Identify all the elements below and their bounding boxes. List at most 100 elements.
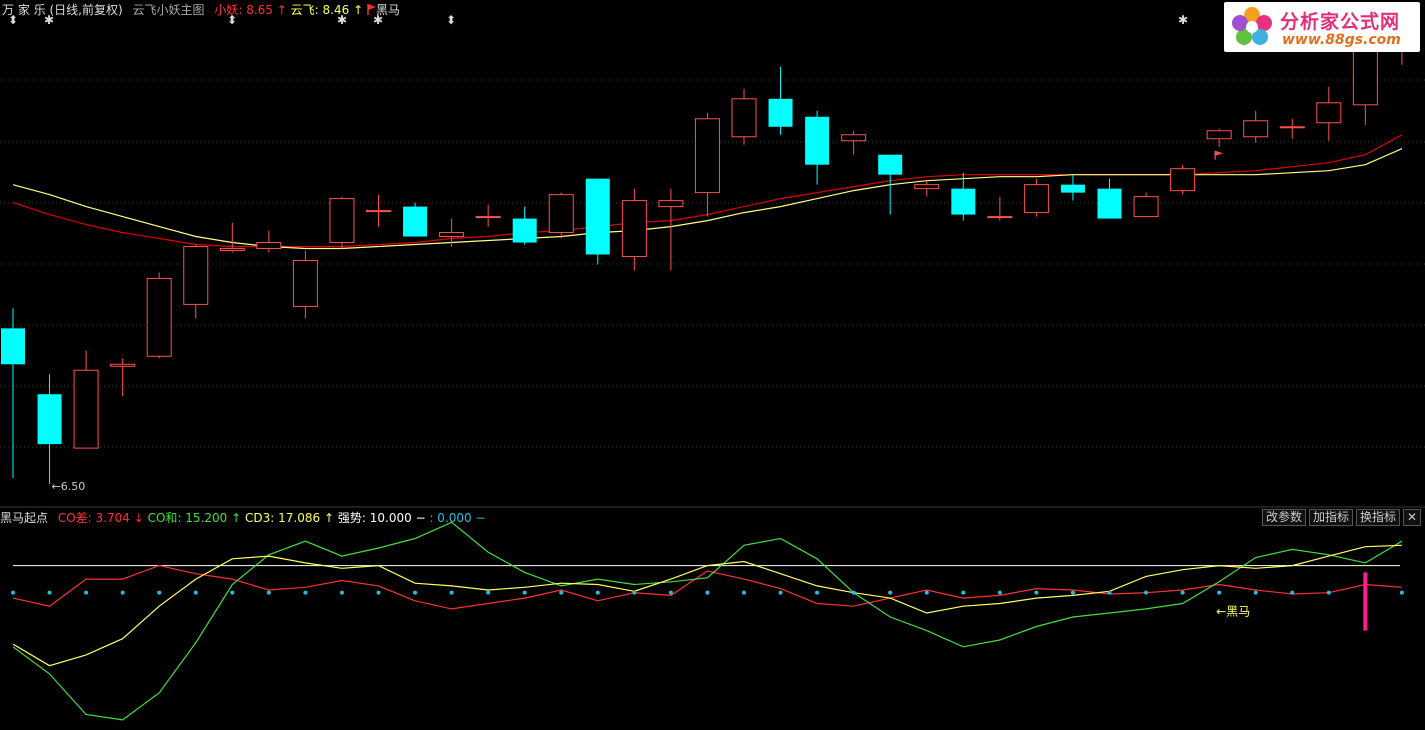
candle	[1352, 42, 1378, 125]
candle-body	[366, 210, 391, 213]
candle	[1243, 110, 1269, 143]
flower-logo-icon	[1232, 7, 1272, 45]
candle-body	[951, 188, 976, 215]
level-dot	[1180, 590, 1185, 595]
candle	[987, 196, 1013, 221]
level-dot	[303, 590, 308, 595]
candle-body	[37, 394, 62, 445]
marker-updown-icon: ⬍	[7, 13, 19, 27]
candle-body	[475, 216, 501, 219]
candle-body	[110, 363, 136, 367]
candle	[37, 374, 62, 485]
level-dot	[742, 590, 746, 595]
co-sum-label: CO和	[147, 511, 178, 525]
candle-body	[329, 198, 355, 244]
candle-body	[987, 216, 1013, 219]
candle	[951, 172, 976, 221]
candle-body	[1023, 184, 1049, 214]
candle-body	[878, 154, 903, 175]
candle	[841, 130, 867, 155]
site-logo: 分析家公式网 www.88gs.com	[1224, 2, 1420, 52]
logo-url: www.88gs.com	[1282, 32, 1401, 48]
candle-body	[1316, 102, 1342, 124]
candle	[512, 206, 537, 245]
level-dot	[84, 590, 89, 595]
candle	[658, 188, 684, 271]
level-dot	[266, 590, 271, 595]
candle	[768, 66, 793, 135]
level-dot	[11, 590, 15, 595]
level-dot	[851, 590, 856, 595]
level-dot	[815, 590, 820, 595]
candle-body	[292, 259, 318, 307]
indicator-pane	[11, 521, 1404, 721]
marker-star-icon: ✱	[43, 13, 55, 27]
candle-body	[1170, 168, 1196, 192]
candle-body	[585, 178, 610, 255]
candle	[292, 250, 318, 319]
candle-body	[1279, 126, 1305, 129]
candle	[110, 358, 136, 397]
extra-dash: −	[475, 511, 486, 525]
level-dot	[888, 590, 893, 595]
cd3-line	[12, 544, 1402, 667]
candle	[1316, 86, 1342, 141]
candle-body	[731, 98, 757, 138]
candle-body	[439, 232, 465, 238]
level-dot	[1217, 590, 1222, 595]
level-dot	[1144, 590, 1149, 595]
strength-dash: −	[415, 511, 426, 525]
co-sum-line	[12, 521, 1403, 721]
candle-body	[146, 277, 172, 357]
candle-body	[1097, 188, 1122, 219]
candle	[329, 196, 355, 249]
level-dot	[230, 590, 235, 595]
candle	[694, 112, 720, 217]
level-dot	[632, 590, 637, 595]
co-sum-up-arrow-icon: ↑	[231, 511, 242, 525]
candle	[621, 188, 647, 271]
close-icon[interactable]: ✕	[1403, 509, 1421, 526]
candle-body	[1243, 120, 1269, 138]
candle-body	[658, 200, 684, 208]
candle-body	[256, 242, 282, 250]
level-dot	[924, 590, 929, 595]
candle-body	[1352, 42, 1378, 106]
level-dot	[120, 590, 125, 595]
change-params-button[interactable]: 改参数	[1261, 509, 1306, 526]
candle	[585, 178, 610, 265]
add-indicator-button[interactable]: 加指标	[1308, 509, 1353, 526]
co-diff-label: CO差	[57, 511, 88, 525]
switch-indicator-button[interactable]: 换指标	[1355, 509, 1400, 526]
candle	[1, 308, 25, 479]
level-dot	[486, 590, 491, 595]
candle-body	[621, 200, 647, 258]
co-diff-value: : 3.704	[87, 511, 130, 525]
candle	[1060, 174, 1085, 201]
level-dot	[413, 590, 418, 595]
level-dot	[522, 590, 527, 595]
candlestick-series	[1, 15, 1415, 485]
candle	[1097, 178, 1122, 219]
heima-signal-label: ←黑马	[1216, 605, 1250, 619]
candle	[73, 350, 99, 449]
level-dot	[668, 590, 673, 595]
level-dot	[559, 590, 564, 595]
co-diff-down-arrow-icon: ↓	[133, 511, 144, 525]
candle	[183, 244, 209, 319]
candle	[1279, 118, 1305, 139]
candle	[731, 88, 757, 145]
candle	[475, 204, 501, 227]
strength-value: : 10.000	[361, 511, 412, 525]
indicator-toolbar: 改参数 加指标 换指标 ✕	[1261, 509, 1421, 526]
marker-updown-icon: ⬍	[445, 13, 457, 27]
candle	[1206, 128, 1232, 147]
level-dot	[449, 590, 454, 595]
indicator-name[interactable]: 黑马起点	[0, 511, 48, 525]
candle-body	[1206, 130, 1232, 140]
level-dot	[705, 590, 710, 595]
candle	[914, 180, 940, 197]
candle	[219, 222, 245, 253]
low-price-annotation: ←6.50	[52, 480, 86, 493]
candle-body	[548, 194, 574, 234]
